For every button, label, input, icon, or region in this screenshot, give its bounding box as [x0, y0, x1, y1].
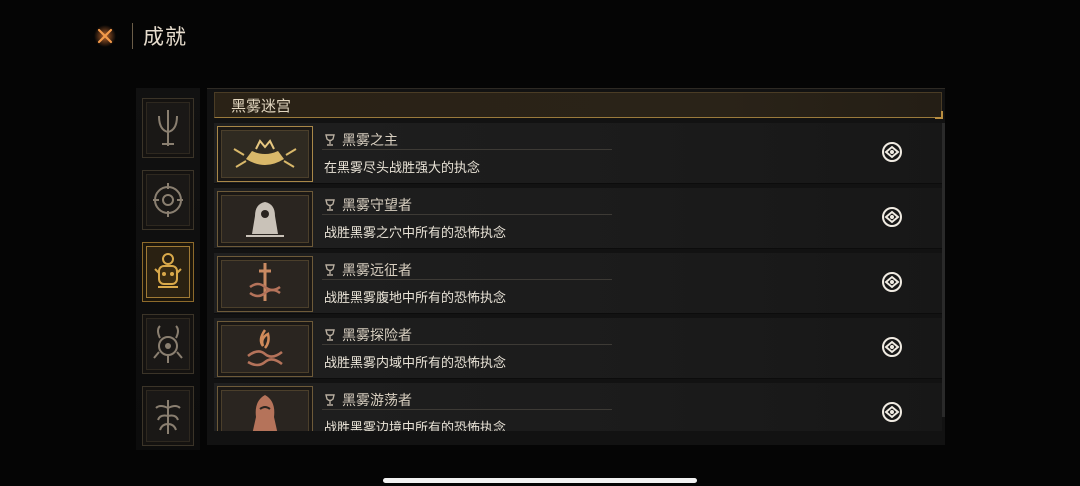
trophy-icon: [325, 264, 335, 276]
section-header: 黑雾迷宫: [214, 92, 943, 119]
category-tab-eye[interactable]: [142, 170, 194, 230]
achievement-title-line: 黑雾之主: [322, 131, 612, 150]
achievement-thumbnail: [217, 386, 313, 431]
section-title: 黑雾迷宫: [231, 97, 292, 115]
reward-emblem-icon[interactable]: [880, 335, 904, 359]
category-tab-horned[interactable]: [142, 314, 194, 374]
page-title: 成就: [143, 25, 187, 49]
close-button[interactable]: [92, 23, 118, 49]
achievement-description: 在黑雾尽头战胜强大的执念: [324, 161, 481, 176]
achievement-row[interactable]: 黑雾守望者 战胜黑雾之穴中所有的恐怖执念: [214, 188, 942, 249]
category-tab-trident[interactable]: [142, 98, 194, 158]
hooded-figure-icon: [246, 202, 284, 237]
skull-sigil-icon: [154, 253, 182, 288]
category-sidebar: [136, 88, 200, 450]
category-tab-skull[interactable]: [142, 242, 194, 302]
achievement-panel: 黑雾迷宫 黑雾之主 在黑雾尽头战胜强大的执念 黑雾守望者 战胜黑雾之穴中所有的恐…: [207, 88, 945, 445]
achievement-description: 战胜黑雾腹地中所有的恐怖执念: [324, 291, 507, 306]
achievement-name: 黑雾远征者: [342, 263, 412, 279]
achievement-name: 黑雾游荡者: [342, 393, 412, 409]
cloaked-figure-icon: [252, 395, 278, 431]
achievement-list[interactable]: 黑雾之主 在黑雾尽头战胜强大的执念 黑雾守望者 战胜黑雾之穴中所有的恐怖执念 黑…: [214, 123, 942, 431]
achievement-thumbnail: [217, 321, 313, 377]
eye-sigil-icon: [153, 183, 183, 217]
trophy-icon: [325, 134, 335, 146]
achievement-row[interactable]: 黑雾探险者 战胜黑雾内域中所有的恐怖执念: [214, 318, 942, 379]
achievement-thumbnail: [217, 191, 313, 247]
achievement-title-line: 黑雾探险者: [322, 326, 612, 345]
reward-emblem-icon[interactable]: [880, 400, 904, 424]
achievement-name: 黑雾之主: [342, 133, 398, 149]
achievement-name: 黑雾守望者: [342, 198, 412, 214]
achievement-title-line: 黑雾游荡者: [322, 391, 612, 410]
category-tab-tree[interactable]: [142, 386, 194, 446]
close-x-icon: [94, 25, 116, 47]
trophy-icon: [325, 394, 335, 406]
achievement-row[interactable]: 黑雾远征者 战胜黑雾腹地中所有的恐怖执念: [214, 253, 942, 314]
sword-knot-icon: [249, 263, 281, 301]
achievement-description: 战胜黑雾之穴中所有的恐怖执念: [324, 226, 507, 241]
achievement-row[interactable]: 黑雾游荡者 战胜黑雾边境中所有的恐怖执念: [214, 383, 942, 431]
list-scrollbar[interactable]: [942, 123, 945, 417]
trident-icon: [158, 110, 178, 146]
achievement-description: 战胜黑雾内域中所有的恐怖执念: [324, 356, 507, 371]
reward-emblem-icon[interactable]: [880, 205, 904, 229]
home-indicator[interactable]: [383, 478, 697, 483]
achievement-description: 战胜黑雾边境中所有的恐怖执念: [324, 421, 507, 431]
section-corner-ornament: [935, 111, 943, 119]
achievement-row[interactable]: 黑雾之主 在黑雾尽头战胜强大的执念: [214, 123, 942, 184]
reward-emblem-icon[interactable]: [880, 270, 904, 294]
achievement-name: 黑雾探险者: [342, 328, 412, 344]
top-bar: 成就: [92, 20, 187, 52]
title-divider: [132, 23, 133, 49]
achievement-thumbnail: [217, 126, 313, 182]
trophy-icon: [325, 329, 335, 341]
reward-emblem-icon[interactable]: [880, 140, 904, 164]
achievement-thumbnail: [217, 256, 313, 312]
crown-crab-icon: [233, 139, 297, 168]
horned-sigil-icon: [153, 325, 183, 363]
trophy-icon: [325, 199, 335, 211]
tree-sigil-icon: [155, 400, 181, 434]
achievement-title-line: 黑雾远征者: [322, 261, 612, 280]
achievement-title-line: 黑雾守望者: [322, 196, 612, 215]
flame-knot-icon: [247, 329, 283, 367]
